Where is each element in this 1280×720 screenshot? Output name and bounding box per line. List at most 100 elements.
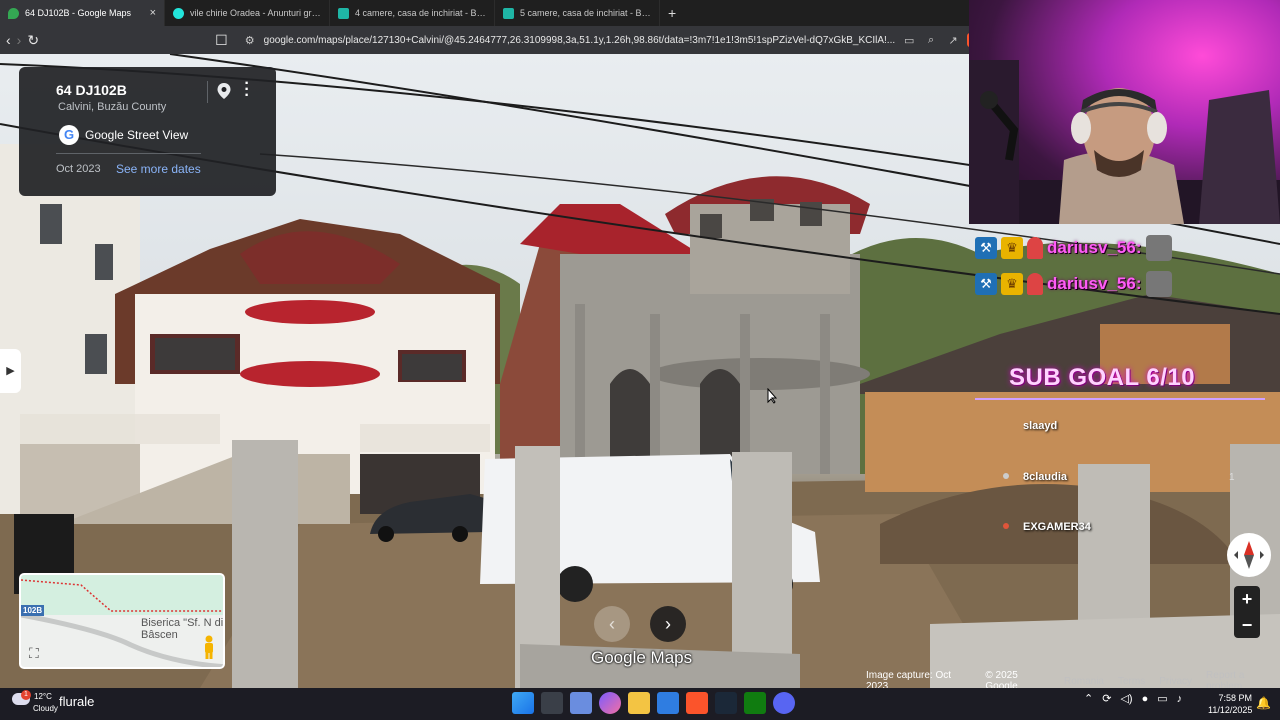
tab-olx[interactable]: vile chirie Oradea - Anunturi gratuite [165, 0, 330, 26]
country-link[interactable]: Romania [1064, 676, 1104, 687]
task-view-icon[interactable] [541, 692, 563, 714]
olx-favicon-icon [173, 7, 184, 19]
zoom-icon[interactable]: ⌕ [923, 34, 939, 47]
browser-tab-bar: 64 DJ102B - Google Maps × vile chirie Or… [0, 0, 970, 26]
listing-favicon-icon [338, 7, 349, 19]
sub-goal-dot [1003, 523, 1009, 529]
back-icon[interactable]: ‹ [6, 32, 11, 48]
volume-icon[interactable]: ◁) [1120, 692, 1132, 705]
clock-date: 11/12/2025 [1208, 705, 1253, 715]
mouse-cursor-icon [767, 388, 778, 404]
terms-link[interactable]: Terms [1118, 676, 1145, 687]
taskbar-clock[interactable]: 7:58 PM 11/12/2025 [1208, 692, 1252, 716]
crown-badge-icon: ♛ [1001, 273, 1023, 295]
maps-footer: Image capture: Oct 2023 © 2025 Google Ro… [862, 670, 1280, 692]
cast-icon[interactable]: ▭ [901, 34, 917, 47]
streamer-webcam-image [969, 60, 1280, 224]
next-photo-button[interactable]: › [650, 606, 686, 642]
sub-goal-title: SUB GOAL 6/10 [1009, 364, 1196, 391]
chat-avatar [1145, 271, 1172, 297]
location-subtitle: Calvini, Buzău County [58, 101, 167, 113]
brave-browser-icon[interactable] [686, 692, 708, 714]
weather-alert-badge: 1 [21, 690, 31, 700]
subscriber-badge-icon [1027, 237, 1043, 259]
taskbar-search-text[interactable]: flurale [59, 694, 94, 709]
google-logo-icon: G [59, 125, 79, 145]
discord-icon[interactable] [773, 692, 795, 714]
tab-google-maps[interactable]: 64 DJ102B - Google Maps × [0, 0, 165, 26]
zoom-controls: + − [1234, 586, 1260, 638]
privacy-link[interactable]: Privacy [1159, 676, 1192, 687]
tab-title: 5 camere, casa de inchiriat - Bihor (jud [520, 8, 651, 18]
tab-title: 4 camere, casa de inchiriat - Bihor (jud [355, 8, 486, 18]
reload-icon[interactable]: ↻ [27, 32, 39, 49]
expand-minimap-icon[interactable]: ⛶ [29, 645, 47, 663]
screen: 64 DJ102B - Google Maps × vile chirie Or… [0, 0, 1280, 720]
webcam-overlay [969, 0, 1280, 224]
street-view-source: Google Street View [85, 128, 189, 142]
card-divider [207, 81, 208, 103]
site-settings-icon[interactable]: ⚙ [242, 34, 258, 47]
moderator-badge-icon: ⚒ [975, 237, 997, 259]
chat-message: ⚒ ♛ dariusv_56: [975, 235, 1172, 261]
sub-goal-count: 1 [1229, 472, 1235, 483]
taskbar-apps [512, 692, 795, 714]
windows-start-icon[interactable] [512, 692, 534, 714]
previous-photo-button[interactable]: ‹ [594, 606, 630, 642]
clock-time: 7:58 PM [1218, 693, 1252, 703]
card-separator [56, 153, 201, 154]
google-maps-brand: Google Maps [591, 648, 693, 667]
listing-favicon-icon [503, 7, 514, 19]
url-text[interactable]: google.com/maps/place/127130+Calvini/@45… [264, 35, 896, 46]
sync-icon[interactable]: ⟳ [1102, 692, 1111, 705]
address-bar[interactable]: ⚙ google.com/maps/place/127130+Calvini/@… [234, 29, 1008, 51]
crown-badge-icon: ♛ [1001, 237, 1023, 259]
chat-username: dariusv_56: [1047, 238, 1142, 257]
file-explorer-icon[interactable] [628, 692, 650, 714]
xbox-icon[interactable] [744, 692, 766, 714]
compass-icon[interactable] [1227, 533, 1271, 577]
sub-goal-dot [1003, 473, 1009, 479]
chat-avatar [1145, 235, 1172, 261]
share-icon[interactable]: ↗ [945, 34, 961, 47]
tab-listing-4-rooms[interactable]: 4 camere, casa de inchiriat - Bihor (jud [330, 0, 495, 26]
capture-date: Oct 2023 [56, 163, 101, 175]
see-more-dates-link[interactable]: See more dates [116, 162, 201, 176]
bookmark-icon[interactable]: ☐ [215, 32, 228, 49]
widgets-icon[interactable] [570, 692, 592, 714]
road-label: 102B [21, 605, 45, 616]
weather-condition[interactable]: Cloudy [33, 704, 58, 713]
location-title: 64 DJ102B [56, 82, 127, 98]
subscriber-badge-icon [1027, 273, 1043, 295]
steam-icon[interactable] [715, 692, 737, 714]
forward-icon[interactable]: › [17, 32, 22, 48]
map-pin-icon[interactable] [217, 83, 231, 99]
zoom-out-button[interactable]: − [1234, 612, 1260, 638]
pegman-icon[interactable] [203, 635, 215, 659]
store-icon[interactable] [657, 692, 679, 714]
expand-side-panel-button[interactable]: ▶ [0, 349, 21, 393]
moderator-badge-icon: ⚒ [975, 273, 997, 295]
tab-title: vile chirie Oradea - Anunturi gratuite [190, 8, 321, 18]
chevron-up-icon[interactable]: ⌃ [1084, 692, 1093, 705]
speaker-icon[interactable]: ♪ [1177, 693, 1183, 705]
minimap[interactable]: 102B Biserica "Sf. N din Bâscen ⛶ [19, 573, 225, 669]
notification-bell-icon[interactable]: 🔔 [1256, 696, 1271, 710]
sub-goal-entry: 8claudia [1023, 471, 1068, 483]
zoom-in-button[interactable]: + [1234, 586, 1260, 612]
copilot-icon[interactable] [599, 692, 621, 714]
sub-goal-divider [975, 398, 1265, 400]
weather-temperature[interactable]: 12°C [34, 692, 52, 701]
tab-listing-5-rooms[interactable]: 5 camere, casa de inchiriat - Bihor (jud [495, 0, 660, 26]
new-tab-button[interactable]: + [660, 5, 684, 21]
network-icon[interactable]: ▭ [1157, 692, 1167, 705]
location-info-card: 64 DJ102B Calvini, Buzău County · · · G Go… [19, 67, 276, 196]
microphone-icon[interactable]: ● [1142, 693, 1149, 705]
chat-username: dariusv_56: [1047, 274, 1142, 293]
tab-title: 64 DJ102B - Google Maps [25, 8, 132, 18]
more-options-icon[interactable]: · · · [243, 76, 251, 104]
system-tray: ⌃ ⟳ ◁) ● ▭ ♪ [1084, 692, 1183, 706]
google-maps-favicon-icon [8, 7, 19, 19]
sub-goal-entry: EXGAMER34 [1023, 521, 1091, 533]
close-tab-icon[interactable]: × [150, 7, 156, 19]
